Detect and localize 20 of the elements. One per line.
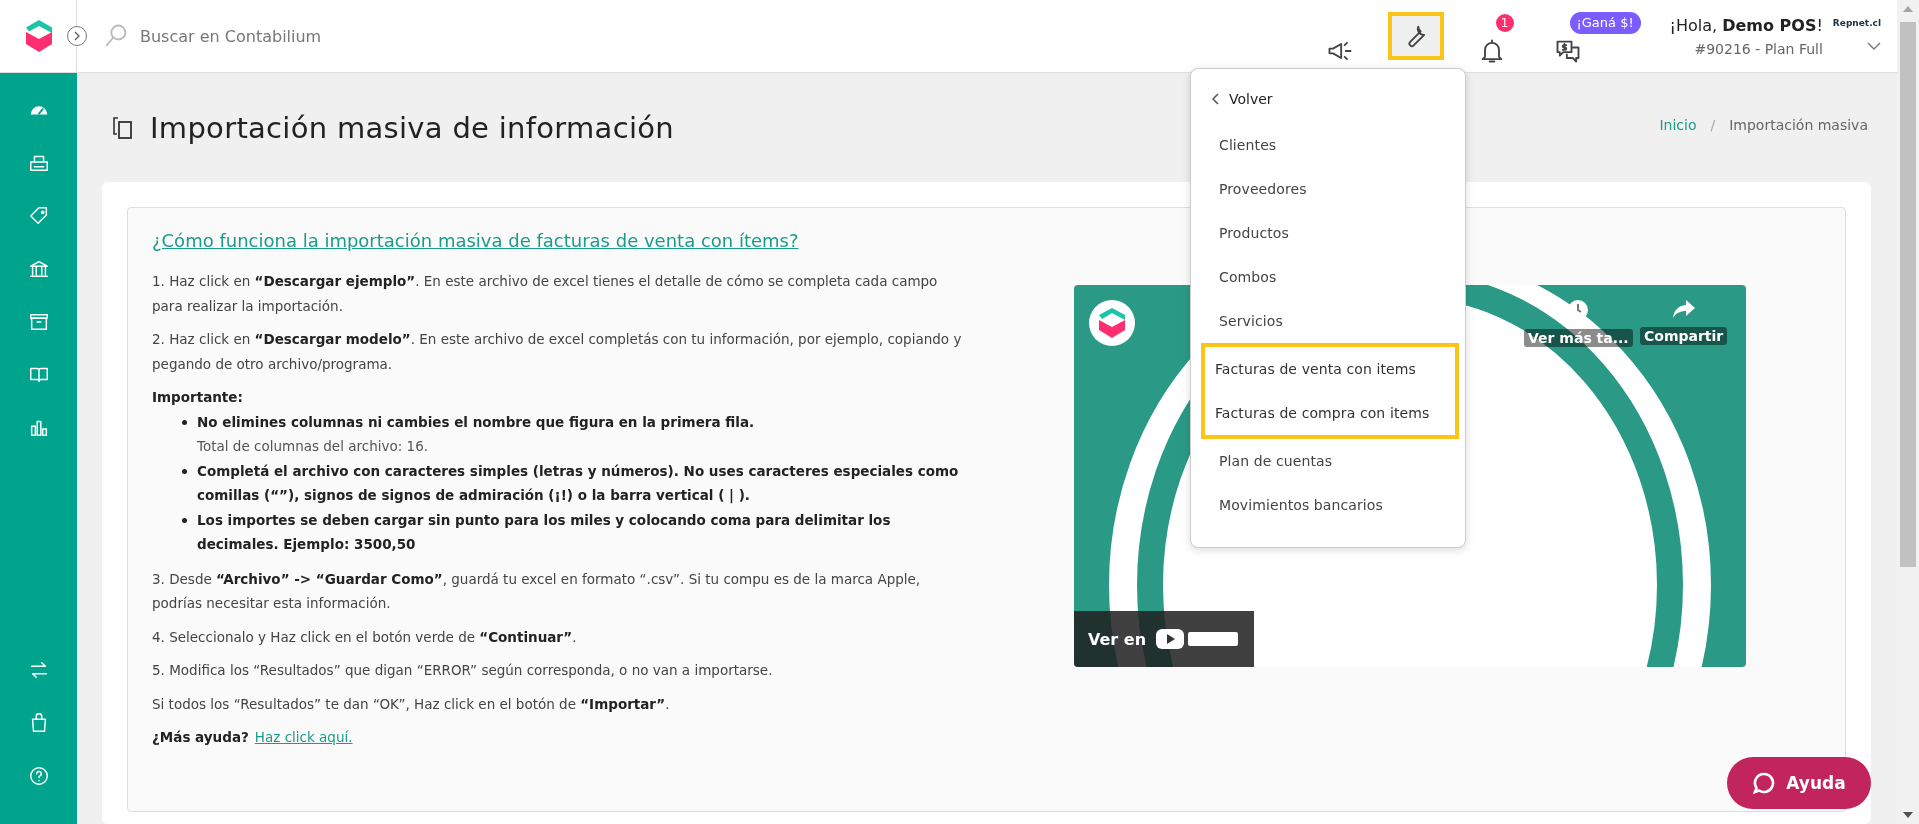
breadcrumb-current: Importación masiva [1729, 116, 1868, 133]
account-plan: #90216 - Plan Full [1694, 40, 1823, 57]
breadcrumb-separator: / [1710, 116, 1716, 133]
help-label: ¿Más ayuda? [152, 728, 249, 747]
notification-badge: 1 [1495, 14, 1514, 32]
user-greeting: ¡Hola, Demo POS! [1669, 15, 1823, 35]
bullet-note: Total de columnas del archivo: 16. [197, 437, 429, 456]
promo-badge: ¡Ganá $! [1569, 12, 1641, 34]
instruction-text: 2. Haz click en “Descargar modelo”. En este archivo de excel completás con tu información, por ejemplo, copiando y pegando de otro archivo/programa. [152, 330, 963, 374]
bullet-text: Los importes se deben cargar sin punto para los miles y colocando coma para delimitar los decimales. Ejemplo: 3500,50 [197, 510, 892, 554]
instruction-text: 5. Modifica los “Resultados” que digan “ERROR” según corresponda, o no van a importarse. [152, 661, 774, 680]
instruction-text: Si todos los “Resultados” te dan “OK”, Haz click en el botón de “Importar”. [152, 694, 671, 714]
instruction-text: 4. Seleccionalo y Haz click en el botón verde de “Continuar”. [152, 627, 578, 647]
section-label: Importante: [152, 388, 244, 407]
page-title: Importación masiva de información [150, 110, 674, 145]
bullet-text: Completá el archivo con caracteres simples (letras y números). No uses caracteres especiales como comillas (“”), signos de signos de admiración (¡!) o la barra vertical ( | ). [197, 461, 960, 506]
instruction-text: 3. Desde “Archivo” -> “Guardar Como”, guardá tu excel en formato “.csv”. Si tu compu es de la marca Apple, podrías necesitar esta información. [152, 569, 922, 613]
brand-label: Repnet.cl [1832, 17, 1881, 28]
bullet-text: No elimines columnas ni cambies el nombre que figura en la primera fila. [197, 412, 755, 432]
instruction-text: 1. Haz click en “Descargar ejemplo”. En este archivo de excel tienes el detalle de cómo se completa cada campo para realizar la importación. [152, 272, 939, 316]
